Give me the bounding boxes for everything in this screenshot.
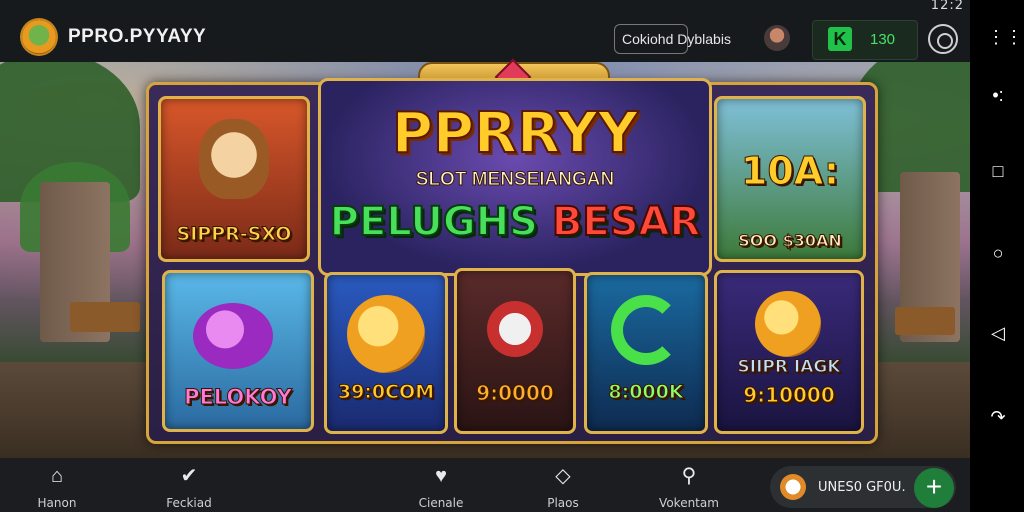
- nav-vokentam[interactable]: ⚲ Vokentam: [644, 464, 734, 510]
- nav-cienale[interactable]: ♥ Cienale: [396, 464, 486, 510]
- app-logo-icon[interactable]: [22, 20, 56, 54]
- nav-plaos[interactable]: ◇ Plaos: [518, 464, 608, 510]
- nav-vokentam-label: Vokentam: [659, 496, 719, 510]
- tile-jungle-value: 10A:: [740, 149, 840, 194]
- bench-left: [70, 302, 140, 332]
- cherry-icon: [487, 301, 543, 357]
- cat-icon: [199, 119, 269, 199]
- tile-cat[interactable]: SIPPR-SXO: [158, 96, 310, 262]
- tile-orange-coin[interactable]: 39:0COM: [324, 272, 448, 434]
- main-banner: PPRRYY SLOT MENSEIANGAN PELUGHS BESAR: [318, 78, 712, 276]
- nav-plaos-label: Plaos: [547, 496, 579, 510]
- tile-purple-value: 9:10000: [743, 383, 836, 408]
- nav-home-label: Hanon: [37, 496, 77, 510]
- dots-icon[interactable]: ⋮⋮: [987, 26, 1023, 48]
- green-swirl-icon: [611, 295, 681, 365]
- check-icon: ✔: [180, 465, 198, 487]
- tile-fruit[interactable]: 9:0000: [454, 268, 576, 434]
- nav-home[interactable]: ⌂ Hanon: [12, 464, 102, 510]
- tile-fruit-value: 9:0000: [476, 381, 555, 406]
- coin-k-icon: K: [828, 27, 852, 51]
- tile-cat-label: SIPPR-SXO: [176, 223, 292, 246]
- orange-coin-icon: [347, 295, 425, 373]
- settings-icon[interactable]: [928, 24, 958, 54]
- tile-jungle-path[interactable]: 10A: SOO $30AN: [714, 96, 866, 262]
- search-icon: ⚲: [681, 465, 697, 487]
- banner-headline-left: PELUGHS: [329, 198, 539, 246]
- tile-green-swirl-value: 8:000K: [608, 381, 684, 404]
- nav-cienale-label: Cienale: [418, 496, 464, 510]
- tile-potion[interactable]: PELOKOY: [162, 270, 314, 432]
- banner-subtitle: SLOT MENSEIANGAN: [415, 169, 615, 191]
- home-icon: ⌂: [50, 465, 64, 487]
- tile-potion-label: PELOKOY: [184, 385, 293, 410]
- tile-orange-coin-value: 39:0COM: [337, 381, 435, 404]
- tile-jungle-label: SOO $30AN: [738, 231, 842, 251]
- tile-purple-label: SIIPR IAGK: [737, 357, 841, 378]
- potion-icon: [193, 303, 273, 369]
- add-button[interactable]: +: [914, 468, 954, 508]
- banner-title: PPRRYY: [391, 100, 639, 167]
- bench-right: [895, 307, 955, 335]
- more-icon[interactable]: •:: [987, 84, 1009, 106]
- back-icon[interactable]: ◁: [987, 322, 1009, 344]
- home-circle-icon[interactable]: ○: [987, 242, 1009, 264]
- promo-icon: [780, 474, 806, 500]
- account-pill-label: Cokiohd Dyblabis: [622, 31, 731, 47]
- banner-headline-right: BESAR: [551, 198, 701, 246]
- nav-feckiad-label: Feckiad: [166, 496, 212, 510]
- nav-feckiad[interactable]: ✔ Feckiad: [144, 464, 234, 510]
- tile-purple-coin[interactable]: SIIPR IAGK 9:10000: [714, 270, 864, 434]
- layers-icon: ◇: [555, 465, 571, 487]
- recent-apps-icon[interactable]: □: [987, 160, 1009, 182]
- app-title: PPRO.PYYAYY: [68, 26, 207, 47]
- banner-headline: PELUGHS BESAR: [321, 198, 709, 246]
- rotate-icon[interactable]: ↷: [987, 406, 1009, 428]
- status-time: 12:2: [930, 0, 964, 13]
- coin-value: 130: [870, 31, 896, 48]
- tile-green-swirl[interactable]: 8:000K: [584, 272, 708, 434]
- promo-text: UNES0 GF0U.: [818, 480, 906, 495]
- purple-coin-icon: [755, 291, 821, 357]
- heart-icon: ♥: [435, 465, 447, 487]
- avatar[interactable]: [764, 25, 790, 51]
